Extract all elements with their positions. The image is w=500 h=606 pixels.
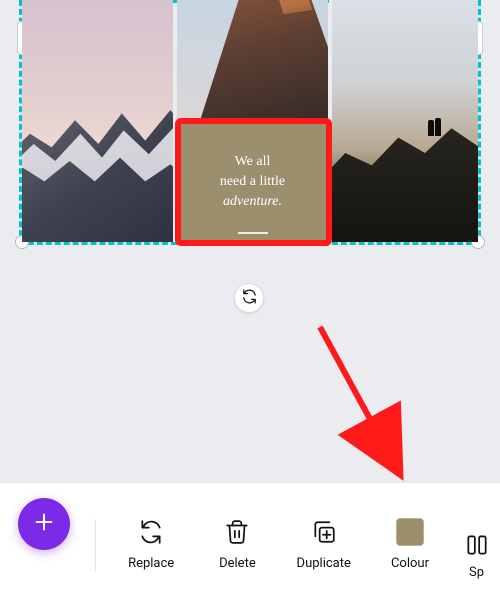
plus-icon [33, 511, 55, 537]
replace-action[interactable]: Replace [108, 483, 194, 606]
add-button[interactable] [18, 498, 70, 550]
swap-icon [241, 288, 258, 309]
colour-swatch [396, 518, 424, 546]
collage-panel-right[interactable] [332, 0, 478, 242]
bottom-toolbar: Replace Delete [0, 482, 500, 606]
quote-divider [238, 232, 268, 234]
quote-line-2: need a little [220, 172, 285, 192]
spacing-action[interactable]: Sp [453, 483, 500, 606]
spacing-label: Sp [469, 565, 484, 580]
duplicate-icon [310, 518, 338, 546]
colour-action[interactable]: Colour [367, 483, 453, 606]
delete-label: Delete [219, 556, 256, 571]
quote-line-3: adventure. [220, 192, 285, 212]
quote-card[interactable]: We all need a little adventure. [177, 122, 328, 242]
spacing-icon [463, 531, 491, 559]
quote-line-1: We all [220, 152, 285, 172]
trash-icon [223, 518, 251, 546]
replace-label: Replace [128, 556, 174, 571]
duplicate-action[interactable]: Duplicate [281, 483, 367, 606]
swap-button[interactable] [234, 283, 264, 313]
colour-label: Colour [391, 556, 429, 571]
toolbar-separator [95, 519, 96, 571]
collage-panel-middle[interactable]: We all need a little adventure. [177, 0, 328, 242]
delete-action[interactable]: Delete [194, 483, 280, 606]
canvas-area: We all need a little adventure. [0, 0, 500, 260]
replace-icon [137, 518, 165, 546]
annotation-arrow [280, 315, 450, 495]
collage-panel-left[interactable] [22, 0, 173, 242]
duplicate-label: Duplicate [297, 556, 351, 571]
